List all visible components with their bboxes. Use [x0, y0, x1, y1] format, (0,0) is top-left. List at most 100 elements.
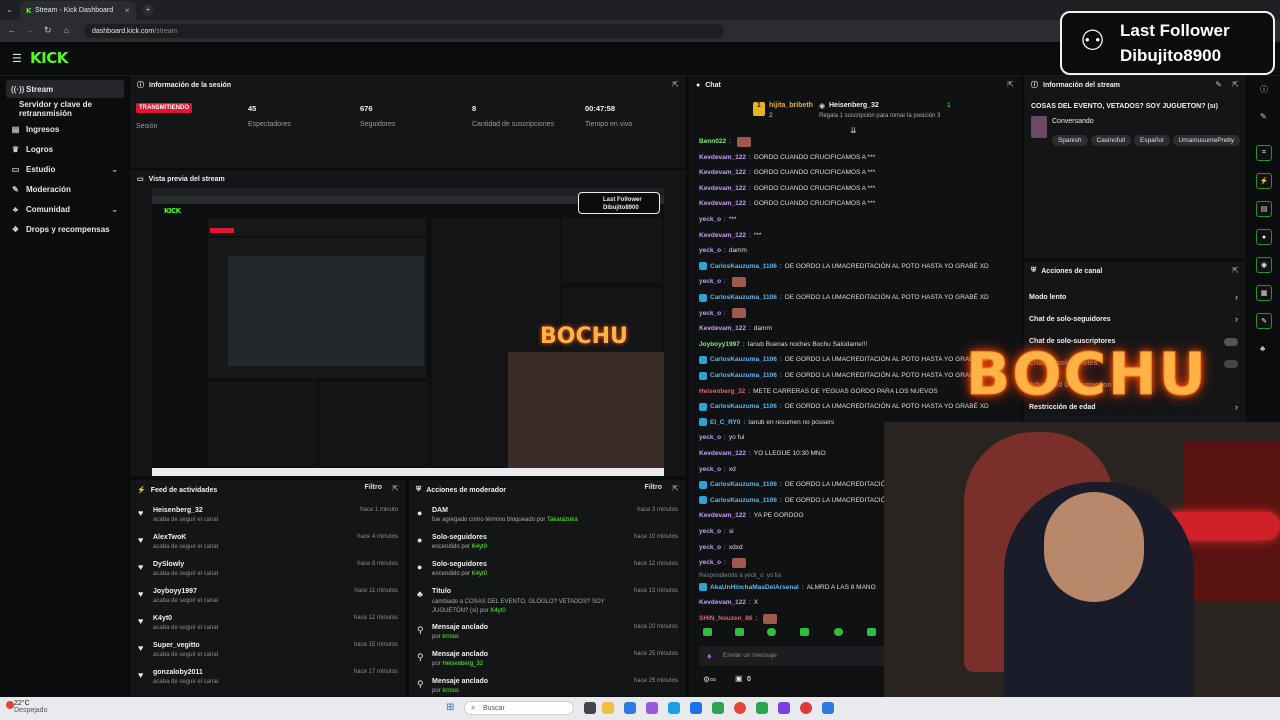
emote-icon[interactable] — [834, 628, 843, 636]
chevron-right-icon[interactable]: › — [1235, 314, 1238, 324]
community-icon[interactable]: ♣ — [1260, 344, 1265, 353]
chat-username[interactable]: Kevdevam_122 — [699, 599, 746, 606]
chat-username[interactable]: Kevdevam_122 — [699, 450, 746, 457]
chat-username[interactable]: CarlosKauzuma_1106 — [710, 372, 777, 379]
tag[interactable]: Casinofull — [1090, 135, 1132, 146]
popout-icon[interactable]: ⇱ — [672, 80, 679, 89]
edit-icon[interactable]: ✎ — [1260, 112, 1267, 121]
chat-username[interactable]: CarlosKauzuma_1106 — [710, 294, 777, 301]
stream-preview-video[interactable]: KICK BOCHU Last Follower Dibujito8900 — [152, 188, 664, 476]
chat-username[interactable]: CarlosKauzuma_1106 — [710, 497, 777, 504]
microphone-icon[interactable]: ♦ — [707, 651, 712, 661]
popout-icon[interactable]: ⇱ — [1007, 80, 1014, 89]
app-icon[interactable] — [756, 702, 768, 714]
chat-username[interactable]: Kevdevam_122 — [699, 232, 746, 239]
chat-username[interactable]: CarlosKauzuma_1106 — [710, 403, 777, 410]
emote-icon[interactable] — [867, 628, 876, 636]
edge-icon[interactable] — [668, 702, 680, 714]
chat-username[interactable]: El_C_RY0 — [710, 419, 740, 426]
new-tab-icon[interactable]: + — [142, 4, 154, 16]
mail-icon[interactable] — [624, 702, 636, 714]
sidebar-item-ingresos[interactable]: ▤ Ingresos — [6, 120, 124, 138]
emotes-only-toggle[interactable] — [1224, 360, 1238, 368]
chat-username[interactable]: CarlosKauzuma_1106 — [710, 481, 777, 488]
browser-tab[interactable]: K Stream - Kick Dashboard ✕ — [20, 1, 136, 20]
chat-username[interactable]: SHIN_Nouzen_86 — [699, 615, 752, 622]
chat-username[interactable]: CarlosKauzuma_1106 — [710, 263, 777, 270]
tool-doc-icon[interactable]: ▤ — [1256, 201, 1272, 217]
chat-username[interactable]: Kevdevam_122 — [699, 512, 746, 519]
app-icon[interactable] — [646, 702, 658, 714]
chat-username[interactable]: Heisenberg_32 — [699, 388, 745, 395]
tag[interactable]: Español — [1134, 135, 1170, 146]
chevron-down-icon[interactable]: ⇊ — [850, 126, 857, 135]
tag[interactable]: UmamusumePretty — [1172, 135, 1241, 146]
popout-icon[interactable]: ⇱ — [672, 484, 679, 493]
chat-username[interactable]: Kevdevam_122 — [699, 200, 746, 207]
activity-filter-button[interactable]: Filtro — [365, 484, 383, 491]
app-icon[interactable] — [778, 702, 790, 714]
emote-icon[interactable] — [703, 628, 712, 636]
sidebar-item-comunidad[interactable]: ♣ Comunidad ⌄ — [6, 200, 124, 218]
chat-username[interactable]: yeck_o — [699, 528, 721, 535]
chevron-right-icon[interactable]: › — [1235, 402, 1238, 412]
mod-filter-button[interactable]: Filtro — [645, 484, 663, 491]
weather-widget[interactable]: 22°C Despejado — [14, 700, 47, 714]
popout-icon[interactable]: ⇱ — [392, 484, 399, 493]
chat-username[interactable]: Kevdevam_122 — [699, 185, 746, 192]
action-slow-mode[interactable]: Modo lento — [1029, 294, 1066, 301]
close-tab-icon[interactable]: ✕ — [124, 7, 130, 15]
chat-username[interactable]: Joyboyy1997 — [699, 341, 740, 348]
emote-icon[interactable] — [767, 628, 776, 636]
chat-username[interactable]: yeck_o — [699, 544, 721, 551]
chat-username[interactable]: CarlosKauzuma_1106 — [710, 356, 777, 363]
tool-wrench-icon[interactable]: ✎ — [1256, 313, 1272, 329]
file-explorer-icon[interactable] — [602, 702, 614, 714]
tab-menu-icon[interactable]: ⌄ — [6, 5, 13, 14]
gift-icon[interactable]: ▣ — [735, 674, 743, 683]
sidebar-item-estudio[interactable]: ▭ Estudio ⌄ — [6, 160, 124, 178]
url-field[interactable]: dashboard.kick.com/stream — [84, 24, 724, 38]
subscribers-only-toggle[interactable] — [1224, 338, 1238, 346]
hamburger-menu-icon[interactable]: ☰ — [12, 52, 22, 65]
chat-username[interactable]: Kevdevam_122 — [699, 325, 746, 332]
home-icon[interactable]: ⌂ — [64, 26, 69, 35]
popout-icon[interactable]: ⇱ — [1232, 80, 1239, 89]
chat-username[interactable]: yeck_o — [699, 278, 721, 285]
chat-username[interactable]: yeck_o — [699, 247, 721, 254]
app-icon[interactable] — [690, 702, 702, 714]
tag[interactable]: Spanish — [1052, 135, 1088, 146]
chat-username[interactable]: Benn022 — [699, 138, 726, 145]
chrome-icon[interactable] — [734, 702, 746, 714]
app-icon[interactable] — [800, 702, 812, 714]
sidebar-item-drops[interactable]: ❖ Drops y recompensas — [6, 220, 124, 238]
windows-start-icon[interactable]: ⊞ — [446, 702, 454, 713]
reload-icon[interactable]: ↻ — [44, 25, 52, 36]
emote-icon[interactable] — [800, 628, 809, 636]
action-followers-only[interactable]: Chat de solo-seguidores — [1029, 316, 1111, 323]
tool-chat-icon[interactable]: ● — [1256, 229, 1272, 245]
forward-icon[interactable]: → — [26, 26, 34, 35]
chat-username[interactable]: yeck_o — [699, 559, 721, 566]
back-icon[interactable]: ← — [8, 26, 16, 35]
chevron-right-icon[interactable]: › — [1235, 292, 1238, 302]
edit-icon[interactable]: ✎ — [1215, 80, 1222, 89]
chat-username[interactable]: yeck_o — [699, 466, 721, 473]
sidebar-item-server-key[interactable]: Servidor y clave de retransmisión — [6, 100, 124, 118]
tool-layout-icon[interactable]: ▦ — [1256, 285, 1272, 301]
chat-username[interactable]: yeck_o — [699, 434, 721, 441]
popout-icon[interactable]: ⇱ — [1232, 266, 1239, 275]
task-view-icon[interactable] — [584, 702, 596, 714]
app-icon[interactable] — [822, 702, 834, 714]
chat-username[interactable]: yeck_o — [699, 216, 721, 223]
emote-icon[interactable] — [735, 628, 744, 636]
tool-broadcast-icon[interactable]: ◉ — [1256, 257, 1272, 273]
sidebar-item-moderacion[interactable]: ✎ Moderación — [6, 180, 124, 198]
chat-username[interactable]: Kevdevam_122 — [699, 154, 746, 161]
taskbar-search[interactable]: ⌕ Buscar — [464, 701, 574, 715]
chat-username[interactable]: Kevdevam_122 — [699, 169, 746, 176]
app-icon[interactable] — [712, 702, 724, 714]
info-icon[interactable]: ⓘ — [1260, 84, 1268, 95]
sidebar-item-stream[interactable]: ((·)) Stream — [6, 80, 124, 98]
sidebar-item-logros[interactable]: ♛ Logros — [6, 140, 124, 158]
